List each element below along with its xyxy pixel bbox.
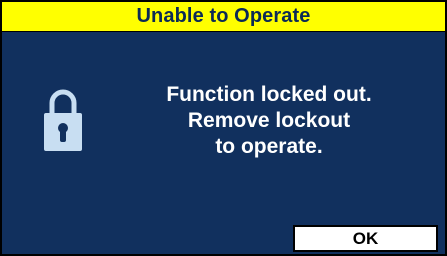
dialog-title: Unable to Operate <box>136 5 311 27</box>
lockout-dialog: Unable to Operate Function locked out. R… <box>0 0 447 256</box>
message-line-2: Remove lockout <box>187 109 351 132</box>
lockout-message: Function locked out. Remove lockout to o… <box>139 82 399 160</box>
ok-button[interactable]: OK <box>293 225 438 252</box>
lock-icon <box>43 83 83 153</box>
dialog-title-bar: Unable to Operate <box>2 2 445 32</box>
message-line-1: Function locked out. <box>166 83 372 106</box>
message-line-3: to operate. <box>215 135 323 158</box>
